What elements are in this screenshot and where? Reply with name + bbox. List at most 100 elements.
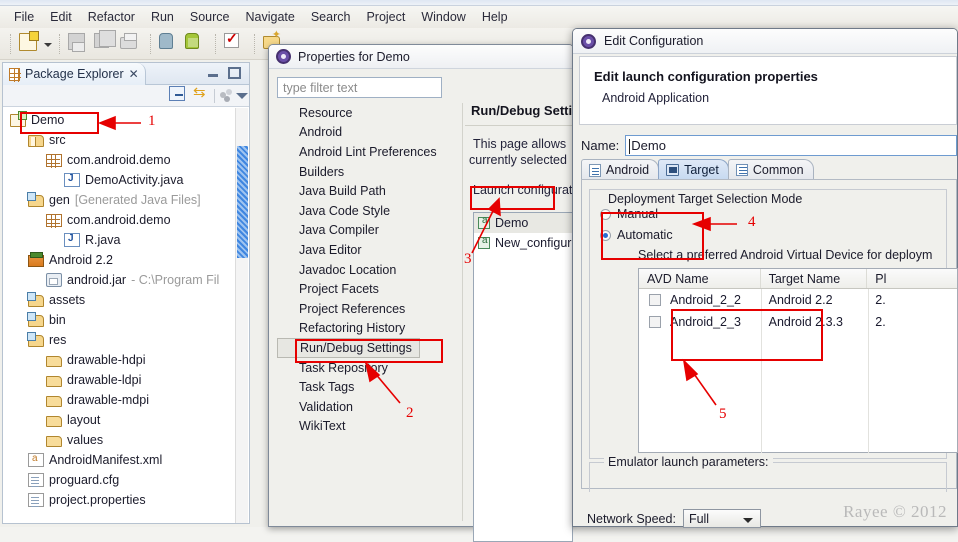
menu-item-run[interactable]: Run — [143, 8, 182, 26]
tree-item[interactable]: com.android.demo — [4, 210, 237, 230]
tree-item[interactable]: Android 2.2 — [4, 250, 237, 270]
avd-checkbox[interactable] — [649, 294, 661, 306]
print-button[interactable] — [120, 32, 142, 55]
android-avd-manager-button[interactable] — [185, 32, 207, 55]
tree-item[interactable]: R.java — [4, 230, 237, 250]
view-menu-dots-icon[interactable] — [219, 88, 234, 102]
menu-item-navigate[interactable]: Navigate — [238, 8, 303, 26]
properties-item-java-code-style[interactable]: Java Code Style — [277, 201, 457, 221]
radio-manual[interactable]: Manual — [600, 207, 658, 221]
tab-target[interactable]: Target — [658, 159, 729, 180]
column-header-target-name[interactable]: Target Name — [761, 269, 868, 288]
menu-item-file[interactable]: File — [6, 8, 42, 26]
package-explorer-icon — [9, 67, 21, 82]
avd-table-body[interactable]: Android_2_2 Android 2.2 2. Android_2_3 Andro… — [639, 289, 957, 333]
tree-item[interactable]: values — [4, 430, 237, 450]
menu-item-window[interactable]: Window — [413, 8, 473, 26]
tree-item-label: Demo — [31, 113, 65, 127]
tree-item[interactable]: bin — [4, 310, 237, 330]
launch-configuration-list[interactable]: Demo New_configur — [473, 212, 573, 542]
properties-item-javadoc-location[interactable]: Javadoc Location — [277, 260, 457, 280]
avd-table-row[interactable]: Android_2_2 Android 2.2 2. — [639, 289, 957, 311]
menu-item-refactor[interactable]: Refactor — [80, 8, 143, 26]
properties-item-java-compiler[interactable]: Java Compiler — [277, 221, 457, 241]
tab-label: Target — [684, 163, 719, 177]
column-header-platform[interactable]: Pl — [867, 269, 957, 288]
properties-item-task-repository[interactable]: Task Repository — [277, 358, 457, 378]
properties-item-task-tags[interactable]: Task Tags — [277, 377, 457, 397]
scrollbar-thumb[interactable] — [237, 146, 248, 258]
android-sdk-manager-button[interactable] — [159, 32, 181, 55]
launch-config-item[interactable]: New_configur — [474, 233, 572, 253]
tree-item[interactable]: gen [Generated Java Files] — [4, 190, 237, 210]
xml-file-icon — [28, 453, 44, 467]
tab-package-explorer[interactable]: Package Explorer ✕ — [3, 63, 146, 85]
maximize-view-button[interactable] — [228, 67, 241, 79]
minimize-view-button[interactable] — [207, 69, 219, 79]
link-with-editor-icon[interactable] — [193, 83, 209, 102]
tree-item[interactable]: AndroidManifest.xml — [4, 450, 237, 470]
save-button[interactable] — [68, 32, 90, 55]
tree-item[interactable]: assets — [4, 290, 237, 310]
properties-item-resource[interactable]: Resource — [277, 103, 457, 123]
tree-item[interactable]: src — [4, 130, 237, 150]
tree-item[interactable]: DemoActivity.java — [4, 170, 237, 190]
properties-item-run-debug-settings[interactable]: Run/Debug Settings — [277, 338, 420, 358]
tree-item[interactable]: drawable-mdpi — [4, 390, 237, 410]
properties-item-wikitext[interactable]: WikiText — [277, 417, 457, 437]
run-debug-settings-page: Run/Debug Settin This page allows curren… — [465, 99, 580, 542]
generated-folder-icon — [27, 292, 44, 307]
check-button[interactable] — [224, 30, 246, 55]
properties-item-java-editor[interactable]: Java Editor — [277, 240, 457, 260]
menu-item-edit[interactable]: Edit — [42, 8, 80, 26]
properties-item-android[interactable]: Android — [277, 123, 457, 143]
tab-common[interactable]: Common — [727, 159, 814, 180]
tree-item[interactable]: proguard.cfg — [4, 470, 237, 490]
tree-item[interactable]: android.jar - C:\Program Fil — [4, 270, 237, 290]
tree-item-label: R.java — [85, 233, 121, 247]
tab-android[interactable]: Android — [581, 159, 660, 180]
tab-label: Android — [606, 163, 650, 177]
avd-table[interactable]: AVD Name Target Name Pl Android_2_2 Andro… — [638, 268, 958, 453]
launch-config-label: Launch configurat — [473, 183, 573, 197]
network-speed-select[interactable]: Full — [682, 509, 761, 528]
filter-input[interactable]: type filter text — [277, 77, 442, 98]
project-tree[interactable]: Demosrccom.android.demoDemoActivity.java… — [4, 108, 237, 523]
column-header-avd-name[interactable]: AVD Name — [639, 269, 761, 288]
menu-item-search[interactable]: Search — [303, 8, 359, 26]
menu-item-source[interactable]: Source — [182, 8, 238, 26]
radio-automatic[interactable]: Automatic — [600, 228, 673, 242]
tree-item[interactable]: res — [4, 330, 237, 350]
tree-item[interactable]: drawable-ldpi — [4, 370, 237, 390]
tree-item[interactable]: layout — [4, 410, 237, 430]
tree-item[interactable]: drawable-hdpi — [4, 350, 237, 370]
tree-item[interactable]: com.android.demo — [4, 150, 237, 170]
new-document-button[interactable] — [19, 30, 41, 55]
properties-item-android-lint-preferences[interactable]: Android Lint Preferences — [277, 142, 457, 162]
avd-checkbox[interactable] — [649, 316, 661, 328]
properties-item-refactoring-history[interactable]: Refactoring History — [277, 319, 457, 339]
tree-item[interactable]: project.properties — [4, 490, 237, 510]
close-icon[interactable]: ✕ — [129, 67, 139, 81]
package-explorer-vertical-scrollbar[interactable] — [235, 108, 248, 523]
menu-item-help[interactable]: Help — [474, 8, 516, 26]
tree-item[interactable]: Demo — [4, 110, 237, 130]
properties-item-project-references[interactable]: Project References — [277, 299, 457, 319]
properties-item-builders[interactable]: Builders — [277, 162, 457, 182]
tab-label: Common — [752, 163, 804, 177]
new-document-icon — [19, 30, 39, 51]
menu-item-project[interactable]: Project — [358, 8, 413, 26]
new-dropdown-button[interactable] — [43, 33, 53, 55]
avd-table-row[interactable]: Android_2_3 Android 2.3.3 2. — [639, 311, 957, 333]
collapse-all-icon[interactable] — [169, 86, 185, 101]
launch-config-item[interactable]: Demo — [474, 213, 572, 233]
name-input[interactable]: Demo — [625, 134, 957, 156]
save-all-button[interactable] — [94, 29, 116, 55]
edit-configuration-header: Edit launch configuration properties And… — [579, 56, 957, 125]
properties-category-list[interactable]: Resource Android Android Lint Preferences B… — [277, 103, 457, 521]
properties-item-project-facets[interactable]: Project Facets — [277, 279, 457, 299]
view-menu-icon[interactable] — [235, 88, 249, 102]
tree-item-label: proguard.cfg — [49, 473, 120, 487]
properties-item-java-build-path[interactable]: Java Build Path — [277, 181, 457, 201]
properties-item-validation[interactable]: Validation — [277, 397, 457, 417]
